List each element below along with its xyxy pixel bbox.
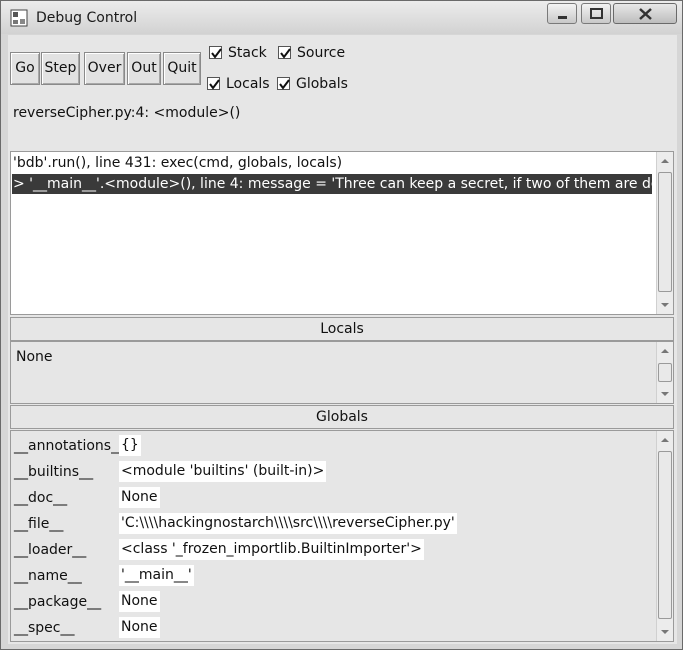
source-checkbox[interactable]: Source (278, 44, 358, 62)
python-app-icon (10, 9, 28, 27)
scroll-down-arrow-icon[interactable] (660, 627, 670, 637)
scroll-up-arrow-icon[interactable] (660, 346, 670, 356)
global-name: __doc__ (14, 490, 68, 506)
quit-button[interactable]: Quit (163, 52, 201, 85)
checkbox-box[interactable] (209, 46, 222, 59)
checkbox-box[interactable] (277, 77, 290, 90)
globals-row: __doc__ None (11, 486, 651, 510)
checkbox-box[interactable] (207, 77, 220, 90)
status-line: reverseCipher.py:4: <module>() (13, 105, 241, 121)
globals-row: __name__ '__main__' (11, 564, 651, 588)
global-name: __file__ (14, 516, 64, 532)
scroll-down-arrow-icon[interactable] (660, 300, 670, 310)
scrollbar-thumb[interactable] (658, 172, 672, 292)
stack-list[interactable]: 'bdb'.run(), line 431: exec(cmd, globals… (10, 151, 674, 315)
source-checkbox-label: Source (297, 45, 346, 61)
checkbox-box[interactable] (278, 46, 291, 59)
close-button[interactable] (613, 3, 677, 24)
global-value[interactable]: <class '_frozen_importlib.BuiltinImporte… (119, 539, 424, 560)
globals-row: __builtins__ <module 'builtins' (built-i… (11, 460, 651, 484)
scroll-up-arrow-icon[interactable] (660, 156, 670, 166)
global-name: __loader__ (14, 542, 87, 558)
maximize-button[interactable] (581, 3, 611, 24)
stack-checkbox[interactable]: Stack (209, 44, 279, 62)
global-value[interactable]: None (119, 591, 160, 612)
globals-checkbox-label: Globals (296, 76, 348, 92)
minimize-button[interactable] (547, 3, 577, 24)
global-name: __builtins__ (14, 464, 94, 480)
go-button[interactable]: Go (10, 52, 40, 85)
client-area: Go Step Over Out Quit Stack Source Local… (8, 35, 677, 644)
globals-row: __annotations__ {} (11, 434, 651, 458)
globals-header: Globals (10, 405, 674, 429)
debug-control-window: Debug Control Go Step Over Out Quit Stac… (0, 0, 683, 650)
stack-checkbox-label: Stack (228, 45, 267, 61)
scroll-up-arrow-icon[interactable] (660, 435, 670, 445)
global-value[interactable]: {} (119, 435, 141, 456)
locals-scrollbar[interactable] (656, 342, 673, 403)
stack-line[interactable]: 'bdb'.run(), line 431: exec(cmd, globals… (12, 153, 652, 173)
global-value[interactable]: <module 'builtins' (built-in)> (119, 461, 327, 482)
title-bar[interactable]: Debug Control (1, 1, 682, 34)
global-value[interactable]: None (119, 617, 160, 638)
globals-checkbox[interactable]: Globals (277, 75, 357, 93)
globals-row: __file__ 'C:\\\\hackingnostarch\\\\src\\… (11, 512, 651, 536)
scrollbar-thumb[interactable] (658, 363, 672, 382)
locals-checkbox[interactable]: Locals (207, 75, 277, 93)
global-name: __package__ (14, 594, 102, 610)
locals-value: None (16, 349, 53, 365)
global-name: __spec__ (14, 620, 75, 636)
global-value[interactable]: 'C:\\\\hackingnostarch\\\\src\\\\reverse… (119, 513, 457, 534)
step-button[interactable]: Step (41, 52, 80, 85)
global-value[interactable]: None (119, 487, 160, 508)
globals-scrollbar[interactable] (656, 431, 673, 641)
stack-line-selected[interactable]: > '__main__'.<module>(), line 4: message… (12, 174, 652, 194)
locals-header: Locals (10, 317, 674, 341)
scroll-down-arrow-icon[interactable] (660, 389, 670, 399)
global-value[interactable]: '__main__' (119, 565, 194, 586)
locals-panel[interactable]: None (10, 341, 674, 404)
locals-checkbox-label: Locals (226, 76, 270, 92)
out-button[interactable]: Out (127, 52, 161, 85)
globals-row: __package__ None (11, 590, 651, 614)
stack-scrollbar[interactable] (656, 152, 673, 314)
global-name: __name__ (14, 568, 82, 584)
over-button[interactable]: Over (84, 52, 125, 85)
globals-row: __spec__ None (11, 616, 651, 640)
globals-panel[interactable]: __annotations__ {} __builtins__ <module … (10, 430, 674, 642)
scrollbar-thumb[interactable] (658, 451, 672, 619)
globals-row: __loader__ <class '_frozen_importlib.Bui… (11, 538, 651, 562)
window-title: Debug Control (36, 10, 138, 26)
global-name: __annotations__ (14, 438, 126, 454)
